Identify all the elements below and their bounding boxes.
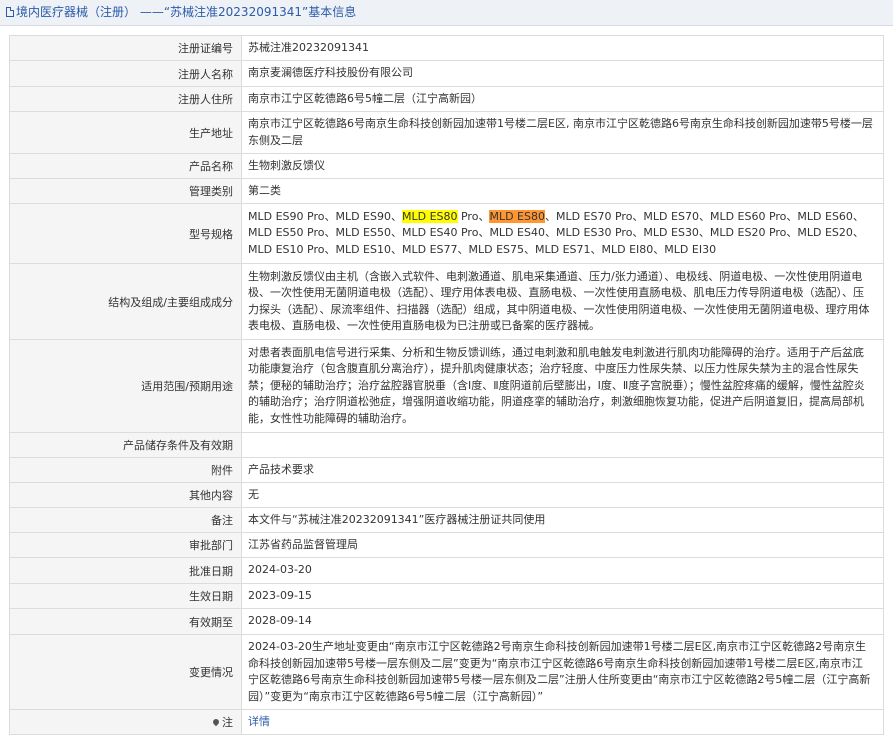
value-reg-no: 苏械注准20232091341	[241, 35, 884, 61]
label-changes: 变更情况	[9, 634, 242, 710]
label-effective: 生效日期	[9, 583, 242, 609]
value-changes: 2024-03-20生产地址变更由“南京市江宁区乾德路2号南京生命科技创新园加速…	[241, 634, 884, 710]
row-approval: 批准日期 2024-03-20	[9, 557, 884, 584]
value-product-name: 生物刺激反馈仪	[241, 153, 884, 179]
label-registrant: 注册人名称	[9, 60, 242, 87]
info-table: 注册证编号 苏械注准20232091341 注册人名称 南京麦澜德医疗科技股份有…	[9, 35, 884, 735]
label-other: 其他内容	[9, 482, 242, 508]
label-remark: 备注	[9, 507, 242, 533]
value-category: 第二类	[241, 178, 884, 204]
label-scope: 适用范围/预期用途	[9, 339, 242, 433]
value-approval: 2024-03-20	[241, 557, 884, 584]
value-storage	[241, 432, 884, 458]
row-registrant: 注册人名称 南京麦澜德医疗科技股份有限公司	[9, 60, 884, 87]
label-models: 型号规格	[9, 203, 242, 264]
value-expiry: 2028-09-14	[241, 608, 884, 635]
value-note: 详情	[241, 709, 884, 735]
label-structure: 结构及组成/主要组成成分	[9, 263, 242, 340]
label-reg-addr: 注册人住所	[9, 86, 242, 112]
value-models: MLD ES90 Pro、MLD ES90、MLD ES80 Pro、MLD E…	[241, 203, 884, 264]
note-label-text: 注	[222, 716, 233, 729]
document-icon	[6, 7, 14, 17]
row-models: 型号规格 MLD ES90 Pro、MLD ES90、MLD ES80 Pro、…	[9, 203, 884, 264]
row-scope: 适用范围/预期用途 对患者表面肌电信号进行采集、分析和生物反馈训练，通过电刺激和…	[9, 339, 884, 433]
row-attachment: 附件 产品技术要求	[9, 457, 884, 483]
row-changes: 变更情况 2024-03-20生产地址变更由“南京市江宁区乾德路2号南京生命科技…	[9, 634, 884, 710]
label-reg-no: 注册证编号	[9, 35, 242, 61]
label-prod-addr: 生产地址	[9, 111, 242, 154]
search-highlight: MLD ES80	[401, 209, 458, 223]
label-product-name: 产品名称	[9, 153, 242, 179]
label-expiry: 有效期至	[9, 608, 242, 635]
value-authority: 江苏省药品监督管理局	[241, 532, 884, 558]
label-note: 注	[9, 709, 242, 735]
value-prod-addr: 南京市江宁区乾德路6号南京生命科技创新园加速带1号楼二层E区, 南京市江宁区乾德…	[241, 111, 884, 154]
row-category: 管理类别 第二类	[9, 178, 884, 204]
label-attachment: 附件	[9, 457, 242, 483]
row-prod-addr: 生产地址 南京市江宁区乾德路6号南京生命科技创新园加速带1号楼二层E区, 南京市…	[9, 111, 884, 154]
row-reg-no: 注册证编号 苏械注准20232091341	[9, 35, 884, 61]
page-title: 境内医疗器械（注册） ——“苏械注准20232091341”基本信息	[16, 5, 357, 19]
value-reg-addr: 南京市江宁区乾德路6号5幢二层（江宁高新园）	[241, 86, 884, 112]
row-product-name: 产品名称 生物刺激反馈仪	[9, 153, 884, 179]
value-remark: 本文件与“苏械注准20232091341”医疗器械注册证共同使用	[241, 507, 884, 533]
row-remark: 备注 本文件与“苏械注准20232091341”医疗器械注册证共同使用	[9, 507, 884, 533]
value-effective: 2023-09-15	[241, 583, 884, 609]
details-link[interactable]: 详情	[248, 715, 270, 728]
page-title-bar: 境内医疗器械（注册） ——“苏械注准20232091341”基本信息	[0, 0, 893, 26]
value-structure: 生物刺激反馈仪由主机（含嵌入式软件、电刺激通道、肌电采集通道、压力/张力通道）、…	[241, 263, 884, 340]
label-category: 管理类别	[9, 178, 242, 204]
row-expiry: 有效期至 2028-09-14	[9, 608, 884, 635]
value-registrant: 南京麦澜德医疗科技股份有限公司	[241, 60, 884, 87]
row-reg-addr: 注册人住所 南京市江宁区乾德路6号5幢二层（江宁高新园）	[9, 86, 884, 112]
row-effective: 生效日期 2023-09-15	[9, 583, 884, 609]
value-scope: 对患者表面肌电信号进行采集、分析和生物反馈训练，通过电刺激和肌电触发电刺激进行肌…	[241, 339, 884, 433]
value-attachment: 产品技术要求	[241, 457, 884, 483]
row-authority: 审批部门 江苏省药品监督管理局	[9, 532, 884, 558]
row-other: 其他内容 无	[9, 482, 884, 508]
location-pin-icon	[211, 717, 221, 727]
row-note: 注 详情	[9, 709, 884, 735]
models-text-1: MLD ES90 Pro、MLD ES90、	[248, 209, 402, 223]
label-authority: 审批部门	[9, 532, 242, 558]
row-structure: 结构及组成/主要组成成分 生物刺激反馈仪由主机（含嵌入式软件、电刺激通道、肌电采…	[9, 263, 884, 340]
row-storage: 产品储存条件及有效期	[9, 432, 884, 458]
models-text-2: Pro、	[457, 209, 490, 223]
value-other: 无	[241, 482, 884, 508]
label-storage: 产品储存条件及有效期	[9, 432, 242, 458]
label-approval: 批准日期	[9, 557, 242, 584]
search-highlight-current: MLD ES80	[489, 209, 545, 223]
